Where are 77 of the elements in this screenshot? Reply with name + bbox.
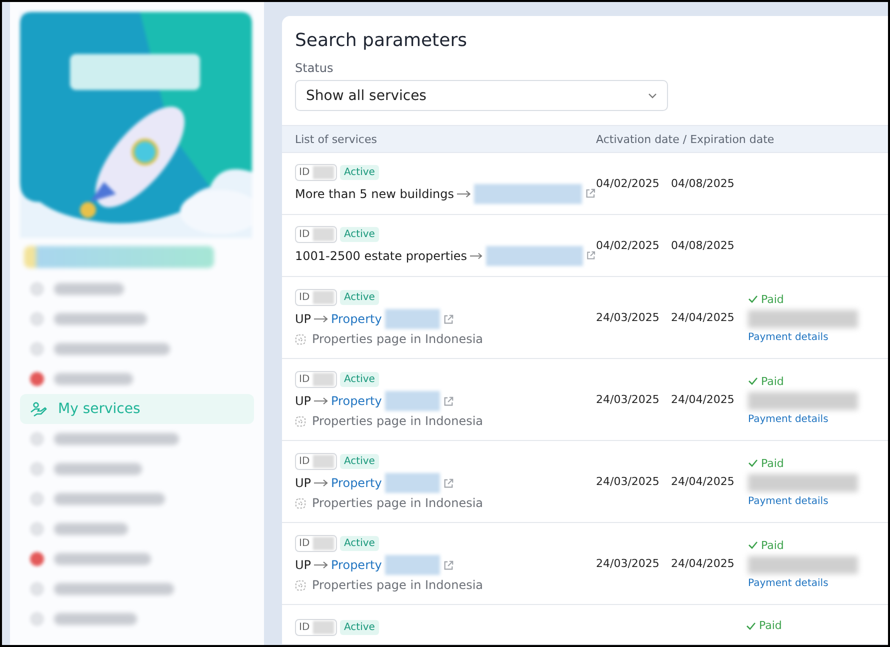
status-tag: Active <box>340 164 379 180</box>
service-title: 1001-2500 estate properties <box>295 248 468 262</box>
check-icon <box>748 377 758 385</box>
chevron-down-icon <box>648 92 657 99</box>
hand-icon <box>30 401 48 417</box>
external-link-icon[interactable] <box>586 250 596 261</box>
id-tag: ID <box>295 453 337 470</box>
id-tag: ID <box>295 164 337 180</box>
check-icon <box>748 295 758 303</box>
arrow-icon <box>457 190 471 198</box>
external-link-icon[interactable] <box>442 478 454 488</box>
status-tag: Active <box>340 536 379 551</box>
service-subtitle: Properties page in Indonesia <box>312 414 484 428</box>
id-tag: ID <box>295 226 337 242</box>
expiration-date: 04/08/2025 <box>671 177 736 190</box>
activation-date: 04/02/2025 <box>596 239 660 252</box>
arrow-icon <box>314 479 328 487</box>
expiration-date: 24/04/2025 <box>671 557 736 570</box>
payment-details-link[interactable]: Payment details <box>748 578 858 588</box>
activation-date: 24/03/2025 <box>596 311 660 324</box>
arrow-icon <box>314 397 328 405</box>
section-title: Search parameters <box>294 29 468 51</box>
payment-status: Paid <box>748 538 858 552</box>
arrow-icon <box>470 252 482 260</box>
status-tag: Active <box>340 454 379 469</box>
service-subtitle: Properties page in Indonesia <box>312 332 484 346</box>
gear-icon <box>295 416 306 426</box>
expiration-date: 04/08/2025 <box>671 239 736 252</box>
property-link[interactable]: Property <box>331 394 382 408</box>
service-subtitle: Properties page in Indonesia <box>312 578 484 592</box>
external-link-icon[interactable] <box>442 314 454 324</box>
activation-date: 24/03/2025 <box>596 557 660 570</box>
activation-date: 24/03/2025 <box>596 393 660 406</box>
payment-details-link[interactable]: Payment details <box>748 332 858 342</box>
property-link[interactable]: Property <box>331 476 382 490</box>
field-label: Status <box>295 61 334 75</box>
expiration-date: 24/04/2025 <box>671 311 736 324</box>
gear-icon <box>295 580 306 590</box>
check-icon <box>748 459 758 467</box>
status-tag: Active <box>340 620 379 635</box>
arrow-icon <box>314 561 328 569</box>
external-link-icon[interactable] <box>442 396 454 406</box>
service-prefix: UP <box>295 558 312 572</box>
column-header: List of services <box>294 132 378 146</box>
id-tag: ID <box>295 371 337 388</box>
expiration-date: 24/04/2025 <box>671 393 736 406</box>
service-prefix: UP <box>295 476 312 490</box>
activation-date: 04/02/2025 <box>596 177 660 190</box>
service-prefix: UP <box>295 394 312 408</box>
status-tag: Active <box>340 226 379 242</box>
external-link-icon[interactable] <box>442 560 454 570</box>
payment-status: Paid <box>748 456 858 470</box>
id-tag: ID <box>295 619 337 636</box>
external-link-icon[interactable] <box>585 188 596 199</box>
id-tag: ID <box>295 289 337 306</box>
property-link[interactable]: Property <box>331 312 382 326</box>
payment-status: Paid <box>748 292 858 306</box>
status-tag: Active <box>340 290 379 305</box>
arrow-icon <box>314 315 328 323</box>
gear-icon <box>295 334 306 344</box>
service-prefix: UP <box>295 312 312 326</box>
check-icon <box>746 622 756 630</box>
property-link[interactable]: Property <box>331 558 382 572</box>
service-subtitle: Properties page in Indonesia <box>312 496 484 510</box>
status-tag: Active <box>340 372 379 387</box>
service-title: More than 5 new buildings <box>295 186 454 200</box>
activation-date: 24/03/2025 <box>596 475 660 488</box>
status-dropdown[interactable]: Show all services <box>295 80 668 112</box>
check-icon <box>748 541 758 549</box>
payment-status: Paid <box>746 619 782 632</box>
column-header: Activation date / Expiration date <box>596 132 774 146</box>
payment-status: Paid <box>748 374 858 388</box>
expiration-date: 24/04/2025 <box>671 475 736 488</box>
payment-details-link[interactable]: Payment details <box>748 496 858 506</box>
payment-details-link[interactable]: Payment details <box>748 414 858 424</box>
id-tag: ID <box>295 535 337 552</box>
gear-icon <box>295 498 306 508</box>
